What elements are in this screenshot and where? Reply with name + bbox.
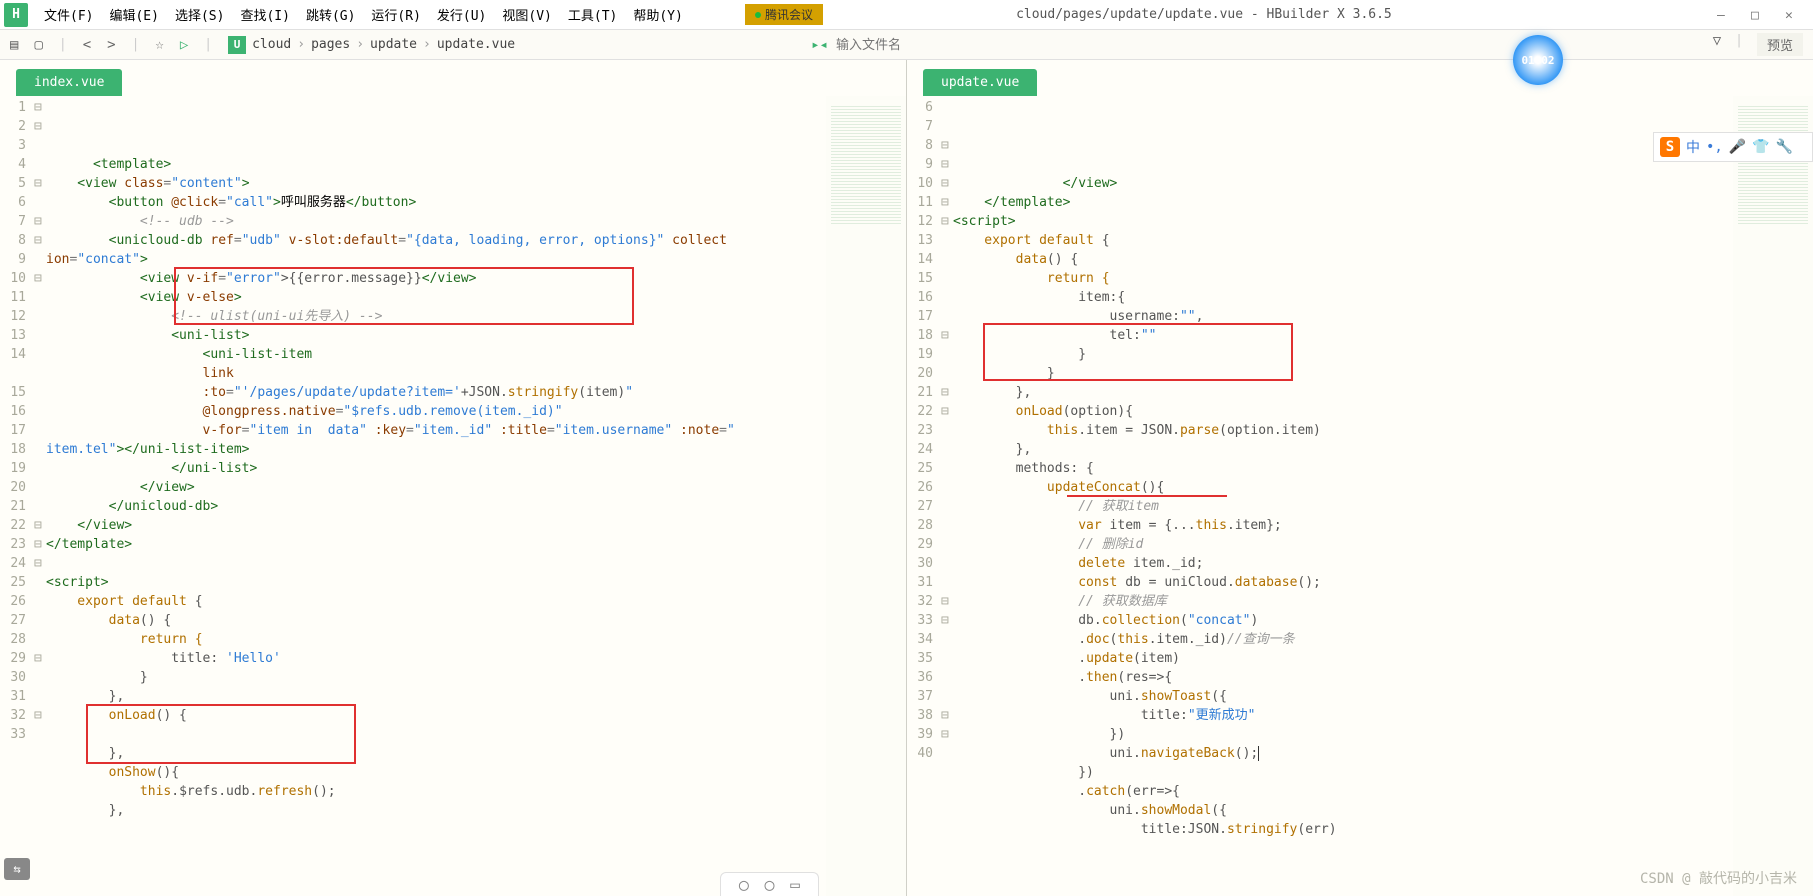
nav-forward-icon[interactable]: > — [107, 37, 115, 53]
menubar: H 文件(F) 编辑(E) 选择(S) 查找(I) 跳转(G) 运行(R) 发行… — [0, 0, 1813, 30]
menu-view[interactable]: 视图(V) — [494, 1, 559, 28]
minimap-left[interactable] — [826, 96, 906, 896]
bottom-dock: ◯ ◯ ▭ — [720, 872, 819, 896]
run-icon[interactable]: ▷ — [180, 37, 188, 53]
window-title: cloud/pages/update/update.vue - HBuilder… — [691, 7, 1717, 22]
menu-select[interactable]: 选择(S) — [167, 1, 232, 28]
close-icon[interactable]: ✕ — [1785, 8, 1799, 22]
menu-help[interactable]: 帮助(Y) — [625, 1, 690, 28]
dock-btn-2-icon[interactable]: ◯ — [765, 875, 775, 894]
app-logo: H — [4, 3, 28, 27]
breadcrumb: U cloud› pages› update› update.vue — [228, 36, 515, 54]
menu-goto[interactable]: 跳转(G) — [298, 1, 363, 28]
sidebar-toggle-icon[interactable]: ▤ — [10, 37, 18, 53]
breadcrumb-item[interactable]: update.vue — [437, 37, 515, 52]
dock-btn-1-icon[interactable]: ◯ — [739, 875, 749, 894]
fold-right[interactable]: ⊟⊟⊟⊟⊟ ⊟ ⊟⊟ ⊟⊟ ⊟⊟ — [941, 96, 953, 896]
menu-publish[interactable]: 发行(U) — [429, 1, 494, 28]
collapse-handle-icon[interactable]: ⇆ — [4, 858, 30, 880]
editor-pane-left: index.vue 1234567891011121314 1516171819… — [0, 60, 906, 896]
menu-find[interactable]: 查找(I) — [232, 1, 297, 28]
preview-button[interactable]: 预览 — [1757, 33, 1803, 56]
breadcrumb-item[interactable]: update — [370, 37, 417, 52]
ime-tool-icon[interactable]: 🔧 — [1776, 139, 1793, 155]
ime-lang[interactable]: 中 — [1686, 137, 1700, 157]
code-right[interactable]: </view> </template> <script> export defa… — [953, 96, 1733, 896]
filter-icon[interactable]: ▽ — [1713, 33, 1721, 56]
terminal-icon[interactable]: ▢ — [34, 37, 42, 53]
minimap-right[interactable] — [1733, 96, 1813, 896]
code-left[interactable]: <template> <view class="content"> <butto… — [46, 96, 826, 896]
nav-back-icon[interactable]: < — [83, 37, 91, 53]
filename-input[interactable] — [836, 37, 1036, 53]
file-tab-index[interactable]: index.vue — [16, 69, 122, 96]
editor-pane-right: update.vue 67891011121314151617181920212… — [906, 60, 1813, 896]
ime-punct-icon[interactable]: •, — [1706, 139, 1723, 155]
ime-skin-icon[interactable]: 👕 — [1752, 139, 1769, 155]
fold-left[interactable]: ⊟⊟ ⊟ ⊟⊟ ⊟ ⊟⊟⊟ ⊟ ⊟ — [34, 96, 46, 896]
ime-mic-icon[interactable]: 🎤 — [1729, 139, 1746, 155]
watermark: CSDN @ 敲代码的小吉米 — [1640, 868, 1797, 888]
meeting-badge[interactable]: 腾讯会议 — [745, 4, 823, 25]
file-tab-update[interactable]: update.vue — [923, 69, 1037, 96]
new-file-icon[interactable]: ▸◂ — [811, 37, 828, 53]
menu-edit[interactable]: 编辑(E) — [101, 1, 166, 28]
menu-file[interactable]: 文件(F) — [36, 1, 101, 28]
sogou-logo-icon: S — [1660, 137, 1680, 157]
maximize-icon[interactable]: □ — [1751, 8, 1765, 22]
breadcrumb-item[interactable]: pages — [311, 37, 350, 52]
ime-toolbar[interactable]: S 中 •, 🎤 👕 🔧 — [1653, 132, 1813, 162]
menu-tools[interactable]: 工具(T) — [560, 1, 625, 28]
star-icon[interactable]: ☆ — [155, 37, 163, 53]
menu-run[interactable]: 运行(R) — [363, 1, 428, 28]
breadcrumb-project-icon: U — [228, 36, 246, 54]
underline-delete — [1067, 495, 1227, 497]
gutter-left: 1234567891011121314 15161718192021222324… — [0, 96, 34, 896]
dock-btn-3-icon[interactable]: ▭ — [790, 875, 800, 894]
gutter-right: 6789101112131415161718192021222324252627… — [907, 96, 941, 896]
clock-badge[interactable]: 01:02 — [1513, 35, 1563, 85]
breadcrumb-item[interactable]: cloud — [252, 37, 291, 52]
minimize-icon[interactable]: — — [1717, 8, 1731, 22]
